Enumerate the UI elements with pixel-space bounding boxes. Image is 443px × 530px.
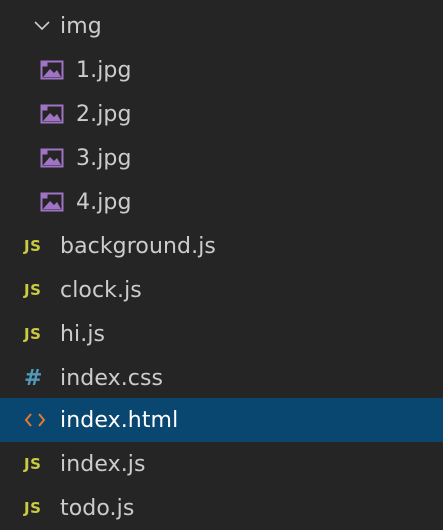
file-index-js[interactable]: JS index.js [0, 442, 443, 486]
file-hi-js[interactable]: JS hi.js [0, 312, 443, 356]
file-label: background.js [60, 233, 216, 259]
js-file-icon: JS [24, 455, 42, 473]
file-clock-js[interactable]: JS clock.js [0, 268, 443, 312]
folder-label: img [60, 13, 102, 39]
folder-img[interactable]: img [0, 4, 443, 48]
image-file-icon [40, 60, 64, 80]
file-index-html[interactable]: index.html [0, 398, 443, 442]
file-explorer: img 1.jpg 2.jpg 3.jpg 4.jpg JS backgroun… [0, 0, 443, 530]
file-label: clock.js [60, 277, 142, 303]
image-file-icon [40, 148, 64, 168]
file-label: index.html [60, 407, 179, 433]
file-label: 3.jpg [76, 145, 132, 171]
file-todo-js[interactable]: JS todo.js [0, 486, 443, 530]
file-4-jpg[interactable]: 4.jpg [0, 180, 443, 224]
code-brackets-icon [24, 413, 46, 427]
image-file-icon [40, 104, 64, 124]
file-background-js[interactable]: JS background.js [0, 224, 443, 268]
js-file-icon: JS [24, 281, 42, 299]
file-3-jpg[interactable]: 3.jpg [0, 136, 443, 180]
chevron-down-icon[interactable] [32, 16, 52, 36]
file-label: 4.jpg [76, 189, 132, 215]
file-1-jpg[interactable]: 1.jpg [0, 48, 443, 92]
css-file-icon: # [24, 365, 43, 391]
file-index-css[interactable]: # index.css [0, 356, 443, 400]
file-label: index.js [60, 451, 146, 477]
js-file-icon: JS [24, 499, 42, 517]
js-file-icon: JS [24, 325, 42, 343]
file-2-jpg[interactable]: 2.jpg [0, 92, 443, 136]
file-label: index.css [60, 365, 164, 391]
js-file-icon: JS [24, 237, 42, 255]
html-file-icon [24, 411, 54, 429]
image-file-icon [40, 192, 64, 212]
file-label: 2.jpg [76, 101, 132, 127]
file-label: todo.js [60, 495, 135, 521]
file-label: hi.js [60, 321, 106, 347]
file-label: 1.jpg [76, 57, 132, 83]
